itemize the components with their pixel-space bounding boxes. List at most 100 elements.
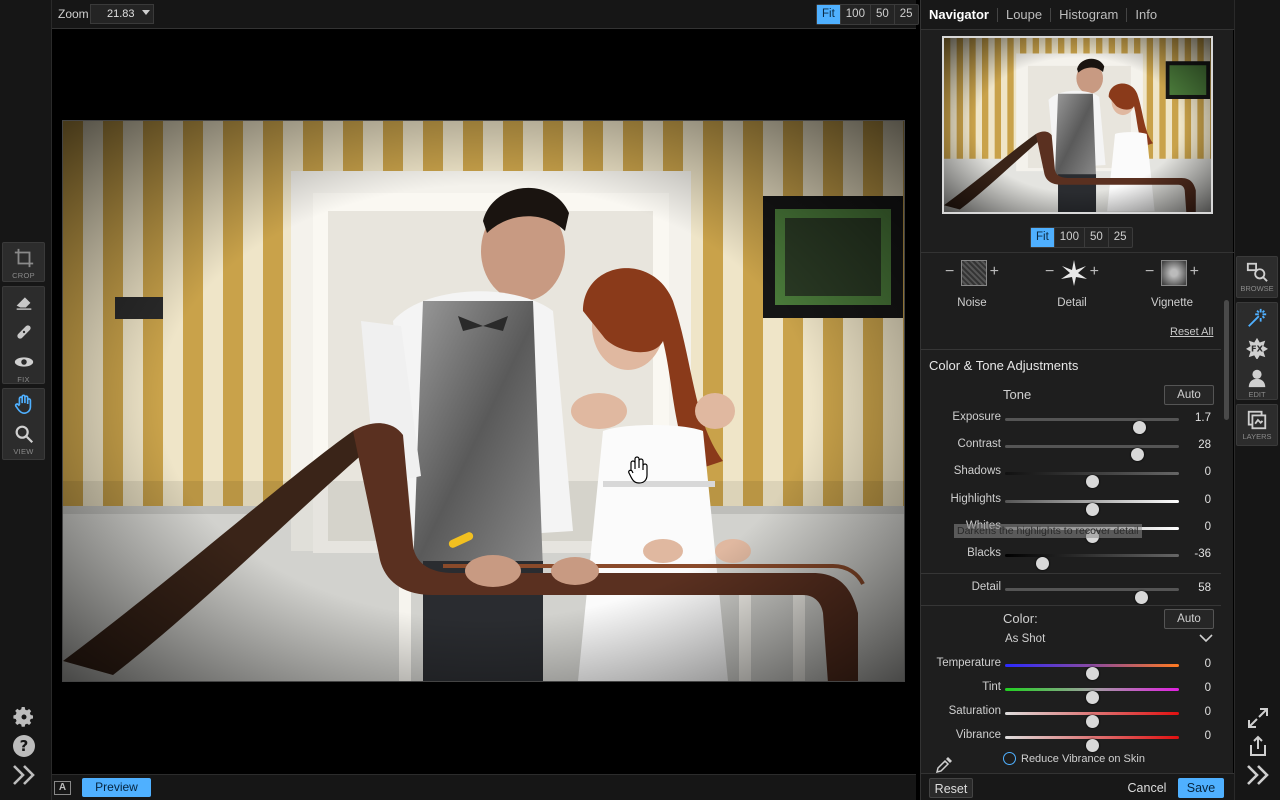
contrast-slider-row: Contrast 28 — [921, 436, 1221, 461]
shadows-thumb[interactable] — [1086, 475, 1099, 488]
bandage-button[interactable] — [3, 317, 44, 347]
save-button[interactable]: Save — [1178, 778, 1224, 798]
detail-minus-button[interactable]: − — [1045, 263, 1054, 281]
tab-loupe[interactable]: Loupe — [998, 7, 1052, 22]
blacks-track[interactable] — [1005, 554, 1179, 570]
magic-wand-icon — [1248, 308, 1267, 327]
browse-module: BROWSE — [1236, 256, 1278, 298]
noise-minus-button[interactable]: − — [945, 263, 954, 281]
blacks-value: -36 — [1194, 548, 1211, 560]
reset-button[interactable]: Reset — [929, 778, 973, 798]
eraser-button[interactable] — [3, 287, 44, 317]
browse-label: BROWSE — [1240, 284, 1274, 293]
whites-value: 0 — [1204, 521, 1211, 533]
crop-button[interactable] — [3, 243, 44, 273]
detail-track[interactable] — [1005, 588, 1179, 604]
compare-a-badge[interactable]: A — [54, 781, 71, 795]
expand-left-button[interactable] — [10, 762, 38, 788]
reduce-vibrance-option[interactable]: Reduce Vibrance on Skin — [1003, 752, 1145, 765]
navigator-tabs: Navigator Loupe Histogram Info — [921, 0, 1234, 30]
detail-plus-button[interactable]: + — [1090, 263, 1099, 281]
tint-track[interactable] — [1005, 688, 1179, 704]
portrait-button[interactable] — [1237, 363, 1277, 393]
fullscreen-button[interactable] — [1245, 706, 1271, 730]
canvas-toolbar: Zoom 21.83 Fit 100 50 25 — [52, 0, 919, 29]
exposure-track[interactable] — [1005, 418, 1179, 434]
exposure-label: Exposure — [952, 411, 1001, 423]
crop-tool-group: CROP — [2, 242, 45, 282]
shadows-track[interactable] — [1005, 472, 1179, 488]
tone-auto-button[interactable]: Auto — [1164, 385, 1214, 405]
crop-label: CROP — [12, 271, 35, 280]
detail-thumb[interactable] — [1134, 591, 1148, 604]
zoom-25-button[interactable]: 25 — [895, 5, 918, 24]
color-auto-button[interactable]: Auto — [1164, 609, 1214, 629]
detail-value: 58 — [1198, 582, 1211, 594]
zoom-dropdown-caret-icon[interactable] — [142, 10, 150, 15]
panel-scrollbar[interactable] — [1224, 300, 1229, 420]
panel-footer: Reset Cancel Save — [921, 773, 1234, 800]
zoom-tool-button[interactable] — [3, 419, 44, 449]
tint-label: Tint — [982, 681, 1001, 693]
photo-image — [63, 121, 904, 681]
shadows-slider-row: Shadows 0 — [921, 463, 1221, 488]
enhance-button[interactable] — [1237, 303, 1277, 333]
vignette-plus-button[interactable]: + — [1190, 263, 1199, 281]
contrast-track[interactable] — [1005, 445, 1179, 461]
noise-label: Noise — [957, 297, 987, 309]
shadows-value: 0 — [1204, 466, 1211, 478]
highlights-track[interactable] — [1005, 500, 1179, 516]
tab-info[interactable]: Info — [1127, 7, 1165, 22]
nav-zoom-100-button[interactable]: 100 — [1055, 228, 1085, 247]
main-photo[interactable] — [62, 120, 905, 682]
hand-tool-button[interactable] — [3, 389, 44, 419]
white-balance-select[interactable]: As Shot — [1005, 633, 1045, 645]
nav-zoom-50-button[interactable]: 50 — [1085, 228, 1109, 247]
color-header: Color: — [1003, 611, 1038, 626]
chevron-down-icon[interactable] — [1199, 633, 1213, 643]
contrast-thumb[interactable] — [1131, 448, 1145, 461]
red-eye-button[interactable] — [3, 347, 44, 377]
detail-label: Detail — [1057, 297, 1087, 309]
exposure-thumb[interactable] — [1132, 421, 1146, 434]
shadows-label: Shadows — [953, 465, 1001, 477]
tab-histogram[interactable]: Histogram — [1051, 7, 1128, 22]
expand-right-button[interactable] — [1245, 763, 1271, 787]
contrast-value: 28 — [1198, 439, 1211, 451]
preview-button[interactable]: Preview — [82, 778, 151, 797]
tint-slider-row: Tint 0 — [921, 679, 1221, 704]
saturation-label: Saturation — [948, 705, 1001, 717]
browse-button[interactable] — [1237, 257, 1277, 287]
vibrance-track[interactable] — [1005, 736, 1179, 752]
reset-all-link[interactable]: Reset All — [1170, 326, 1213, 338]
noise-plus-button[interactable]: + — [990, 263, 999, 281]
blacks-slider-row: Blacks -36 — [921, 545, 1221, 570]
tint-value: 0 — [1204, 682, 1211, 694]
settings-button[interactable] — [10, 704, 38, 730]
navigator-thumbnail[interactable] — [942, 36, 1213, 214]
zoom-100-button[interactable]: 100 — [841, 5, 871, 24]
blacks-thumb[interactable] — [1035, 557, 1049, 570]
double-chevron-right-icon — [13, 765, 35, 785]
layers-button[interactable] — [1237, 405, 1277, 435]
zoom-fit-button[interactable]: Fit — [817, 5, 841, 24]
saturation-track[interactable] — [1005, 712, 1179, 728]
tab-navigator[interactable]: Navigator — [929, 7, 998, 22]
temperature-track[interactable] — [1005, 664, 1179, 680]
reduce-vibrance-label: Reduce Vibrance on Skin — [1021, 752, 1145, 765]
vignette-minus-button[interactable]: − — [1145, 263, 1154, 281]
section-divider — [921, 605, 1221, 606]
nav-zoom-25-button[interactable]: 25 — [1109, 228, 1132, 247]
vibrance-thumb[interactable] — [1086, 739, 1099, 752]
cancel-button[interactable]: Cancel — [1119, 778, 1175, 798]
reduce-vibrance-radio[interactable] — [1003, 752, 1016, 765]
highlights-thumb[interactable] — [1086, 503, 1099, 516]
share-button[interactable] — [1245, 734, 1271, 758]
fx-button[interactable]: FX — [1237, 333, 1277, 363]
zoom-50-button[interactable]: 50 — [871, 5, 895, 24]
detail-slider-label: Detail — [971, 581, 1001, 593]
help-button[interactable]: ? — [10, 733, 38, 759]
temperature-value: 0 — [1204, 658, 1211, 670]
nav-zoom-fit-button[interactable]: Fit — [1031, 228, 1055, 247]
eyedropper-icon[interactable] — [935, 756, 953, 773]
